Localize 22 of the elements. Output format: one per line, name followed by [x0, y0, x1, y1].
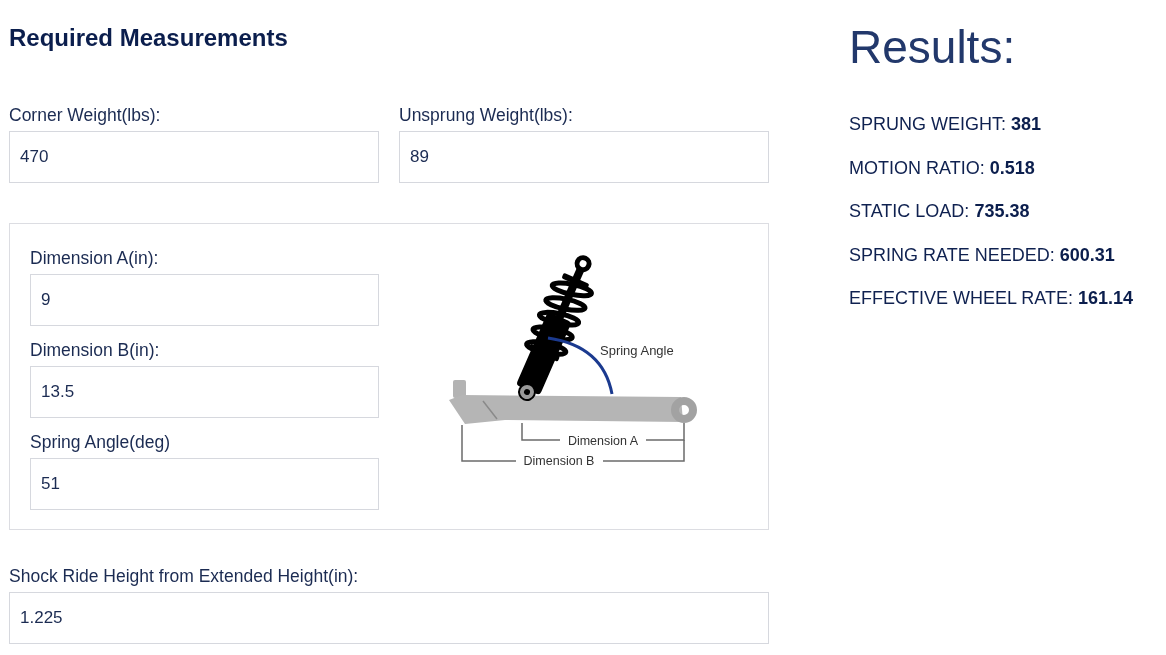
input-field[interactable]: 51: [30, 458, 379, 510]
input-field[interactable]: 13.5: [30, 366, 379, 418]
field-label: Shock Ride Height from Extended Height(in):: [9, 565, 359, 587]
diagram-label: Spring Angle: [600, 343, 674, 358]
input-field[interactable]: 89: [399, 131, 769, 183]
input-field[interactable]: 9: [30, 274, 379, 326]
section-heading: Required Measurements: [9, 23, 288, 53]
results-title: Results:: [849, 24, 1016, 70]
diagram-label: Dimension B: [523, 454, 595, 468]
result-line: MOTION RATIO: 0.518: [849, 156, 1035, 180]
field-label: Corner Weight(lbs):: [9, 104, 161, 126]
result-line: EFFECTIVE WHEEL RATE: 161.14: [849, 287, 1134, 310]
diagram-label: Dimension A: [567, 434, 639, 448]
result-line: SPRING RATE NEEDED: 600.31: [849, 243, 1115, 267]
field-label: Dimension A(in):: [30, 247, 159, 269]
result-line: SPRUNG WEIGHT: 381: [849, 113, 1042, 136]
field-label: Spring Angle(deg): [30, 431, 171, 453]
field-label: Dimension B(in):: [30, 339, 160, 361]
input-field[interactable]: 1.225: [9, 592, 769, 644]
field-label: Unsprung Weight(lbs):: [399, 104, 573, 126]
input-field[interactable]: 470: [9, 131, 379, 183]
result-line: STATIC LOAD: 735.38: [849, 200, 1030, 223]
